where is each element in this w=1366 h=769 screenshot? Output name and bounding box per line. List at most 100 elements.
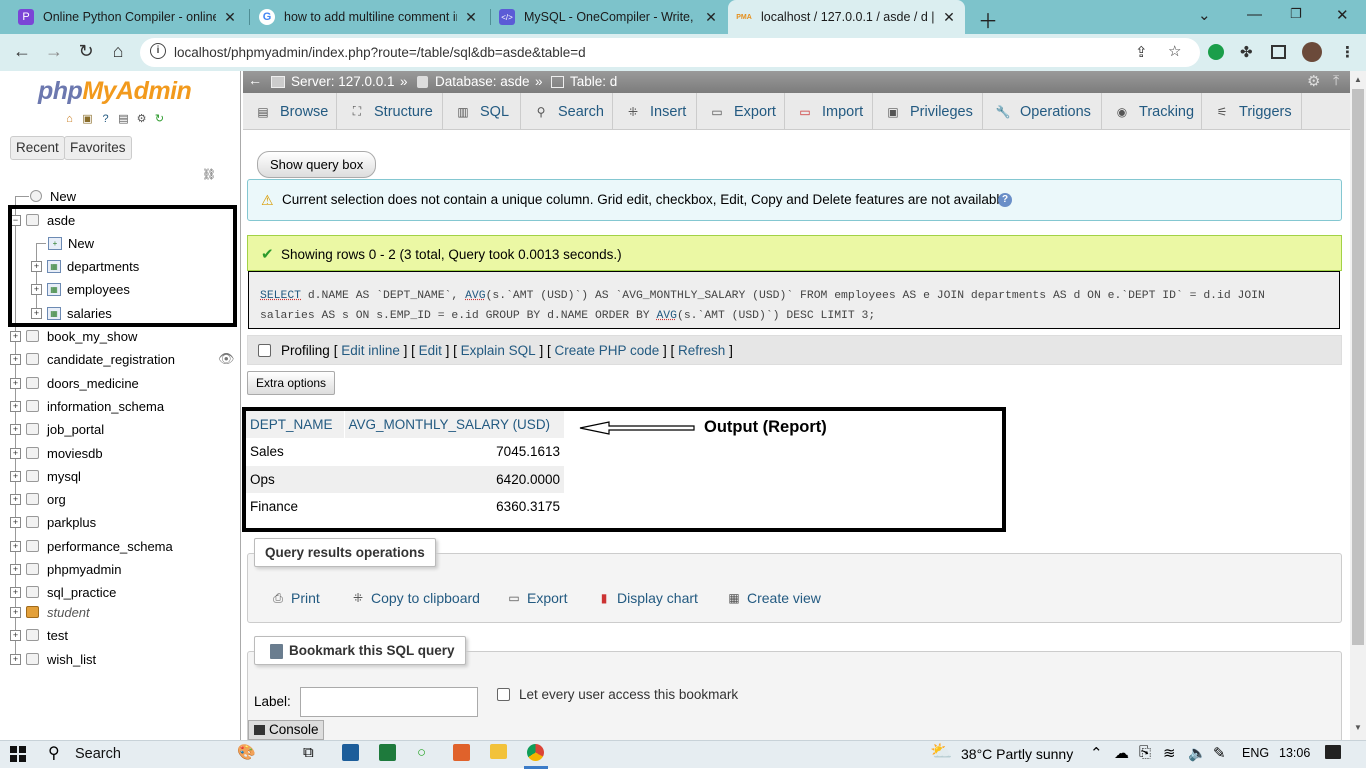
volume-icon[interactable]: 🔈 xyxy=(1188,744,1207,762)
tree-db-org[interactable]: + org xyxy=(10,488,66,510)
copy-to-clipboard-link[interactable]: ⁜ Copy to clipboard xyxy=(350,590,480,606)
tree-db-sql-practice[interactable]: + sql_practice xyxy=(10,581,116,603)
grammarly-extension-icon[interactable] xyxy=(1208,44,1224,60)
create-view-link[interactable]: ▦ Create view xyxy=(726,590,821,606)
tab-import[interactable]: ▭ Import xyxy=(785,93,873,130)
browser-tab-python-compiler[interactable]: P Online Python Compiler - online ✕ xyxy=(10,0,246,34)
explain-sql-link[interactable]: Explain SQL xyxy=(461,343,536,358)
tab-search[interactable]: ⚲ Search xyxy=(521,93,613,130)
clock[interactable]: 13:06 xyxy=(1279,746,1310,760)
expand-toggle-icon[interactable]: + xyxy=(10,653,21,665)
edit-link[interactable]: Edit xyxy=(419,343,442,358)
refresh-link[interactable]: Refresh xyxy=(678,343,725,358)
browser-tab-google-search[interactable]: G how to add multiline comment in ✕ xyxy=(251,0,487,34)
help-icon[interactable]: ? xyxy=(998,193,1012,207)
meet-now-icon[interactable]: ⎘ xyxy=(1139,744,1151,761)
profiling-checkbox[interactable] xyxy=(258,343,271,357)
chrome-icon[interactable] xyxy=(527,744,544,761)
tree-db-phpmyadmin[interactable]: + phpmyadmin xyxy=(10,558,121,580)
settings-gear-icon[interactable]: ⚙ xyxy=(1307,72,1320,90)
tree-db-performance-schema[interactable]: + performance_schema xyxy=(10,535,173,557)
wifi-icon[interactable]: ≋ xyxy=(1163,744,1176,762)
home-icon[interactable]: ⌂ xyxy=(62,112,77,127)
scroll-up-arrow-icon[interactable]: ▲ xyxy=(1354,75,1362,84)
onedrive-cloud-icon[interactable]: ☁ xyxy=(1114,744,1129,762)
close-tab-icon[interactable]: ✕ xyxy=(463,9,479,26)
breadcrumb-server[interactable]: Server: 127.0.0.1 xyxy=(291,74,395,89)
expand-toggle-icon[interactable]: + xyxy=(10,540,21,552)
collapse-navigation-icon[interactable]: ← xyxy=(248,72,262,88)
extra-options-button[interactable]: Extra options xyxy=(247,371,336,395)
scroll-down-arrow-icon[interactable]: ▼ xyxy=(1354,723,1362,732)
extensions-puzzle-icon[interactable]: ✤ xyxy=(1240,43,1253,61)
tab-sql[interactable]: ▥ SQL xyxy=(443,93,521,130)
tree-new-database[interactable]: New xyxy=(15,185,76,207)
tree-db-candidate-registration[interactable]: + candidate_registration 👁 xyxy=(10,348,240,370)
tab-search-chevron-icon[interactable]: ⌄ xyxy=(1198,6,1211,24)
notifications-icon[interactable] xyxy=(1325,745,1341,759)
favorite-tables-button[interactable]: Favorites xyxy=(64,136,132,160)
reload-icon[interactable]: ↻ xyxy=(74,41,98,62)
taskbar-search-label[interactable]: Search xyxy=(75,746,121,762)
browser-tab-phpmyadmin[interactable]: PMA localhost / 127.0.0.1 / asde / d | p… xyxy=(728,0,965,34)
tab-export[interactable]: ▭ Export xyxy=(697,93,785,130)
expand-toggle-icon[interactable]: + xyxy=(10,447,21,459)
tree-db-book-my-show[interactable]: + book_my_show xyxy=(10,325,137,347)
share-bookmark-checkbox[interactable] xyxy=(497,688,510,701)
expand-toggle-icon[interactable]: + xyxy=(10,516,21,528)
file-explorer-icon[interactable] xyxy=(490,744,507,759)
expand-toggle-icon[interactable]: + xyxy=(10,423,21,435)
tab-insert[interactable]: ⁜ Insert xyxy=(613,93,697,130)
mysql-workbench-icon[interactable] xyxy=(342,744,359,761)
scrollbar-thumb[interactable] xyxy=(1352,89,1364,645)
weather-icon[interactable]: ⛅ xyxy=(930,741,952,762)
expand-toggle-icon[interactable]: + xyxy=(10,330,21,342)
show-hidden-eye-icon[interactable]: 👁 xyxy=(218,351,235,367)
site-info-icon[interactable]: i xyxy=(150,43,166,59)
reload-navigation-icon[interactable]: ↻ xyxy=(152,112,167,127)
close-tab-icon[interactable]: ✕ xyxy=(222,9,238,26)
excel-icon[interactable] xyxy=(379,744,396,761)
edit-inline-link[interactable]: Edit inline xyxy=(341,343,400,358)
expand-toggle-icon[interactable]: + xyxy=(10,606,21,618)
print-link[interactable]: ⎙ Print xyxy=(270,590,320,606)
xampp-icon[interactable] xyxy=(453,744,470,761)
phpmyadmin-logo[interactable]: phpMyAdmin xyxy=(38,77,192,106)
tab-privileges[interactable]: ▣ Privileges xyxy=(873,93,983,130)
expand-toggle-icon[interactable]: + xyxy=(10,493,21,505)
breadcrumb-database[interactable]: Database: asde xyxy=(435,74,530,89)
new-tab-plus-icon[interactable]: ＋ xyxy=(978,5,998,34)
expand-toggle-icon[interactable]: + xyxy=(10,629,21,641)
tab-tracking[interactable]: ◉ Tracking xyxy=(1102,93,1202,130)
show-hidden-icons-chevron-icon[interactable]: ⌃ xyxy=(1090,744,1103,762)
side-panel-icon[interactable] xyxy=(1271,45,1286,59)
restore-window-icon[interactable]: ❐ xyxy=(1290,6,1302,22)
close-tab-icon[interactable]: ✕ xyxy=(941,9,957,26)
settings-gear-icon[interactable]: ⚙ xyxy=(134,112,149,127)
minimize-window-icon[interactable]: — xyxy=(1247,6,1262,23)
recent-tables-button[interactable]: Recent xyxy=(10,136,65,160)
tree-db-student[interactable]: + student xyxy=(10,601,90,623)
address-bar[interactable]: i localhost/phpmyadmin/index.php?route=/… xyxy=(140,38,1200,67)
console-toggle-button[interactable]: Console xyxy=(248,720,324,740)
tab-structure[interactable]: ⛶ Structure xyxy=(337,93,443,130)
chrome-menu-icon[interactable]: ⋮ xyxy=(1340,43,1355,61)
address-url[interactable]: localhost/phpmyadmin/index.php?route=/ta… xyxy=(174,45,586,60)
home-icon[interactable]: ⌂ xyxy=(106,41,130,62)
bookmark-label-input[interactable] xyxy=(300,687,478,717)
show-query-box-button[interactable]: Show query box xyxy=(257,151,377,178)
expand-toggle-icon[interactable]: + xyxy=(10,586,21,598)
pen-icon[interactable]: ✎ xyxy=(1213,744,1226,762)
share-icon[interactable]: ⇪ xyxy=(1135,43,1148,61)
link-with-main-panel-icon[interactable]: ⛓ xyxy=(202,168,216,181)
browser-tab-onecompiler[interactable]: </> MySQL - OneCompiler - Write, ru ✕ xyxy=(491,0,727,34)
tree-db-information-schema[interactable]: + information_schema xyxy=(10,395,164,417)
collapse-top-menu-icon[interactable]: ⤒ xyxy=(1333,72,1339,89)
tree-db-moviesdb[interactable]: + moviesdb xyxy=(10,442,103,464)
forward-arrow-icon[interactable]: → xyxy=(42,41,66,62)
profile-avatar[interactable] xyxy=(1302,42,1322,62)
weather-text[interactable]: 38°C Partly sunny xyxy=(961,746,1073,762)
tree-db-doors-medicine[interactable]: + doors_medicine xyxy=(10,372,139,394)
documentation-icon[interactable]: ▤ xyxy=(116,112,131,127)
create-php-code-link[interactable]: Create PHP code xyxy=(554,343,659,358)
